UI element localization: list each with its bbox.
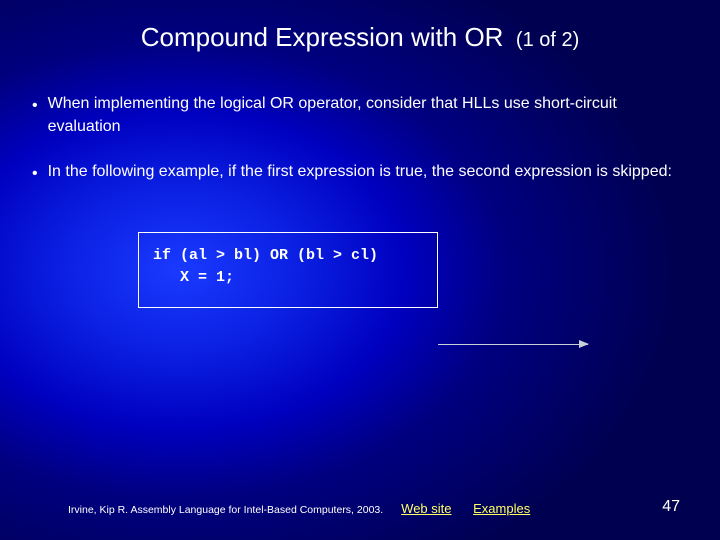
bullet-text: In the following example, if the first e… bbox=[48, 160, 672, 183]
page-number: 47 bbox=[662, 498, 680, 516]
footer: Irvine, Kip R. Assembly Language for Int… bbox=[68, 501, 688, 516]
link-examples[interactable]: Examples bbox=[473, 501, 530, 516]
footer-links: Web site Examples bbox=[401, 501, 548, 516]
bullet-item: • In the following example, if the first… bbox=[32, 160, 688, 185]
code-block: if (al > bl) OR (bl > cl) X = 1; bbox=[138, 232, 438, 308]
bullet-dot-icon: • bbox=[32, 162, 38, 185]
slide-title: Compound Expression with OR bbox=[141, 22, 504, 52]
slide-body: • When implementing the logical OR opera… bbox=[32, 92, 688, 208]
slide: Compound Expression with OR (1 of 2) • W… bbox=[0, 0, 720, 540]
title-row: Compound Expression with OR (1 of 2) bbox=[0, 22, 720, 53]
footer-citation: Irvine, Kip R. Assembly Language for Int… bbox=[68, 504, 383, 516]
slide-title-suffix: (1 of 2) bbox=[516, 29, 579, 51]
link-website[interactable]: Web site bbox=[401, 501, 451, 516]
bullet-text: When implementing the logical OR operato… bbox=[48, 92, 688, 138]
bullet-item: • When implementing the logical OR opera… bbox=[32, 92, 688, 138]
arrow-icon bbox=[438, 344, 588, 345]
bullet-dot-icon: • bbox=[32, 94, 38, 117]
